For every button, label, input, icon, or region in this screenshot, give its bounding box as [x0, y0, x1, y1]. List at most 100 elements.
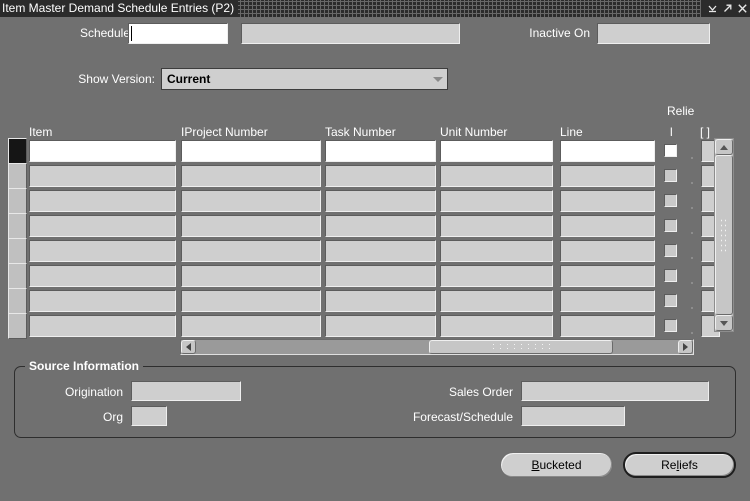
column-header-unit_number[interactable]: Unit Number — [440, 125, 507, 139]
cell-unit_number[interactable] — [440, 240, 553, 262]
cell-line[interactable] — [560, 190, 655, 212]
column-separator-dot — [691, 182, 693, 184]
cell-unit_number[interactable] — [440, 290, 553, 312]
column-separator-dot — [691, 282, 693, 284]
reliefs-prefix: Re — [661, 458, 677, 472]
cell-unit_number[interactable] — [440, 315, 553, 337]
reliefs-button[interactable]: Reliefs — [623, 452, 736, 478]
row-selector[interactable] — [8, 263, 27, 289]
row-selector[interactable] — [8, 138, 27, 164]
sales-order-label: Sales Order — [448, 385, 513, 399]
cell-reliefs-checkbox[interactable] — [664, 294, 677, 307]
cell-unit_number[interactable] — [440, 265, 553, 287]
cell-item[interactable] — [29, 315, 176, 337]
column-separator-dot — [691, 307, 693, 309]
cell-reliefs-checkbox[interactable] — [664, 194, 677, 207]
column-header-reliefs[interactable]: Relie — [667, 104, 694, 118]
cell-item[interactable] — [29, 290, 176, 312]
scroll-right-button[interactable] — [678, 340, 693, 354]
row-selector[interactable] — [8, 238, 27, 264]
origination-input[interactable] — [131, 381, 241, 401]
cell-reliefs-checkbox[interactable] — [664, 219, 677, 232]
cell-reliefs-checkbox[interactable] — [664, 269, 677, 282]
column-header-reliefs-sub: l — [670, 125, 673, 139]
org-label: Org — [102, 410, 123, 424]
origination-label: Origination — [64, 385, 123, 399]
vertical-scroll-thumb[interactable] — [715, 155, 733, 315]
cell-task_number[interactable] — [325, 190, 436, 212]
cell-project_number[interactable] — [181, 315, 321, 337]
cell-task_number[interactable] — [325, 290, 436, 312]
cell-line[interactable] — [560, 315, 655, 337]
cell-task_number[interactable] — [325, 265, 436, 287]
cell-item[interactable] — [29, 265, 176, 287]
column-separator-dot — [691, 232, 693, 234]
cell-line[interactable] — [560, 140, 655, 162]
horizontal-scroll-thumb[interactable] — [429, 340, 613, 354]
column-header-extra[interactable]: [ ] — [700, 125, 710, 139]
column-separator-dot — [691, 257, 693, 259]
application-window: Item Master Demand Schedule Entries (P2)… — [0, 0, 750, 501]
row-selector[interactable] — [8, 313, 27, 339]
cell-unit_number[interactable] — [440, 165, 553, 187]
reliefs-button-label: Reliefs — [661, 458, 698, 472]
row-selector[interactable] — [8, 288, 27, 314]
cell-task_number[interactable] — [325, 140, 436, 162]
cell-reliefs-checkbox[interactable] — [664, 319, 677, 332]
cell-project_number[interactable] — [181, 140, 321, 162]
cell-item[interactable] — [29, 190, 176, 212]
cell-reliefs-checkbox[interactable] — [664, 144, 677, 157]
source-information-group — [14, 366, 736, 438]
reliefs-rest: iefs — [679, 458, 698, 472]
scroll-thumb-grip — [719, 218, 729, 252]
org-input[interactable] — [131, 406, 167, 426]
bucketed-button[interactable]: Bucketed — [500, 452, 613, 478]
row-selector[interactable] — [8, 213, 27, 239]
cell-unit_number[interactable] — [440, 140, 553, 162]
cell-task_number[interactable] — [325, 240, 436, 262]
demand-schedule-grid: Item IProject Number Task Number Unit Numbe… — [0, 0, 750, 360]
cell-item[interactable] — [29, 215, 176, 237]
cell-unit_number[interactable] — [440, 190, 553, 212]
cell-line[interactable] — [560, 265, 655, 287]
sales-order-input[interactable] — [521, 381, 709, 401]
scroll-up-button[interactable] — [715, 139, 733, 155]
column-header-project_number[interactable]: IProject Number — [181, 125, 268, 139]
cell-line[interactable] — [560, 165, 655, 187]
cell-item[interactable] — [29, 140, 176, 162]
cell-item[interactable] — [29, 165, 176, 187]
cell-line[interactable] — [560, 290, 655, 312]
cell-project_number[interactable] — [181, 215, 321, 237]
cell-project_number[interactable] — [181, 265, 321, 287]
column-separator-dot — [691, 207, 693, 209]
cell-reliefs-checkbox[interactable] — [664, 244, 677, 257]
scroll-down-button[interactable] — [715, 315, 733, 331]
cell-reliefs-checkbox[interactable] — [664, 169, 677, 182]
forecast-schedule-input[interactable] — [521, 406, 625, 426]
bucketed-rest: ucketed — [539, 458, 582, 472]
cell-line[interactable] — [560, 215, 655, 237]
cell-task_number[interactable] — [325, 165, 436, 187]
cell-item[interactable] — [29, 240, 176, 262]
row-selector[interactable] — [8, 188, 27, 214]
column-header-task_number[interactable]: Task Number — [325, 125, 396, 139]
column-separator-dot — [691, 332, 693, 334]
column-header-line[interactable]: Line — [560, 125, 583, 139]
cell-line[interactable] — [560, 240, 655, 262]
cell-task_number[interactable] — [325, 215, 436, 237]
source-information-title: Source Information — [25, 359, 144, 373]
cell-task_number[interactable] — [325, 315, 436, 337]
grid-horizontal-scrollbar[interactable] — [180, 339, 694, 355]
cell-project_number[interactable] — [181, 240, 321, 262]
cell-project_number[interactable] — [181, 290, 321, 312]
cell-project_number[interactable] — [181, 165, 321, 187]
column-header-item[interactable]: Item — [29, 125, 52, 139]
scroll-thumb-grip — [490, 342, 552, 352]
forecast-schedule-label: Forecast/Schedule — [412, 410, 513, 424]
column-separator-dot — [691, 157, 693, 159]
scroll-left-button[interactable] — [181, 340, 196, 354]
bucketed-button-label: Bucketed — [531, 458, 581, 472]
cell-unit_number[interactable] — [440, 215, 553, 237]
cell-project_number[interactable] — [181, 190, 321, 212]
row-selector[interactable] — [8, 163, 27, 189]
